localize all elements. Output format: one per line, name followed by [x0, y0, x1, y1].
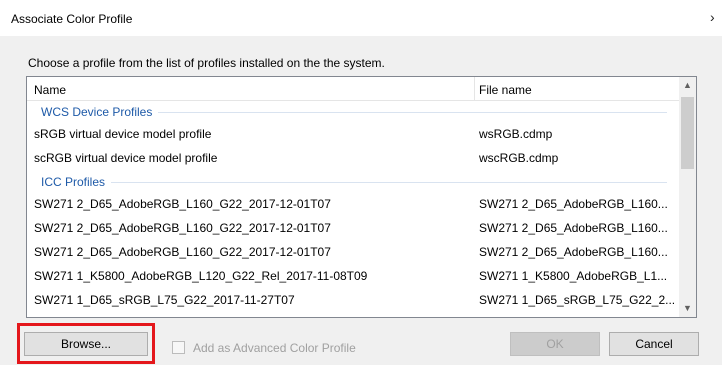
group-header-icc: ICC Profiles — [27, 172, 681, 192]
scroll-up-icon[interactable]: ▲ — [679, 77, 696, 94]
column-header-name[interactable]: Name — [34, 83, 66, 97]
profile-file: SW271 2_D65_AdobeRGB_L160... — [479, 245, 668, 259]
profile-file: SW271 1_K5800_AdobeRGB_L1... — [479, 269, 668, 283]
ok-button[interactable]: OK — [510, 332, 600, 356]
cancel-button[interactable]: Cancel — [609, 332, 699, 356]
list-item[interactable]: SW271 2_D65_AdobeRGB_L160_G22_2017-12-01… — [27, 216, 681, 240]
list-item[interactable]: SW271 1_K5800_AdobeRGB_L120_G22_Rel_2017… — [27, 264, 681, 288]
group-label: ICC Profiles — [41, 175, 112, 189]
list-item[interactable]: SW271 1_D65_sRGB_L75_G22_2017-11-27T07 S… — [27, 288, 681, 312]
profile-file: SW271 2_D65_AdobeRGB_L160... — [479, 221, 668, 235]
profile-name: sRGB virtual device model profile — [34, 127, 212, 141]
list-item[interactable]: scRGB virtual device model profile wscRG… — [27, 146, 681, 170]
profile-file: wsRGB.cdmp — [479, 127, 553, 141]
profile-name: SW271 2_D65_AdobeRGB_L160_G22_2017-12-01… — [34, 221, 331, 235]
checkbox-label: Add as Advanced Color Profile — [193, 341, 356, 355]
profile-name: SW271 1_D65_sRGB_L75_G22_2017-11-27T07 — [34, 293, 295, 307]
list-item[interactable]: SW271 2_D65_AdobeRGB_L160_G22_2017-12-01… — [27, 240, 681, 264]
column-header-file-name[interactable]: File name — [479, 83, 532, 97]
window-title: Associate Color Profile — [11, 12, 133, 26]
scrollbar-thumb[interactable] — [681, 97, 694, 169]
list-item[interactable]: sRGB virtual device model profile wsRGB.… — [27, 122, 681, 146]
profile-file: wscRGB.cdmp — [479, 151, 559, 165]
checkbox-box[interactable] — [172, 341, 185, 354]
browse-button[interactable]: Browse... — [24, 332, 148, 356]
profile-name: SW271 2_D65_AdobeRGB_L160_G22_2017-12-01… — [34, 245, 331, 259]
group-divider — [41, 182, 667, 183]
scroll-down-icon[interactable]: ▼ — [679, 300, 696, 317]
dialog-body: Choose a profile from the list of profil… — [0, 36, 722, 365]
profile-name: SW271 1_K5800_AdobeRGB_L120_G22_Rel_2017… — [34, 269, 368, 283]
profile-file: SW271 2_D65_AdobeRGB_L160... — [479, 197, 668, 211]
profile-list-content: Name File name WCS Device Profiles sRGB … — [27, 77, 681, 317]
title-bar: Associate Color Profile › — [0, 0, 722, 36]
group-label: WCS Device Profiles — [41, 105, 159, 119]
profile-list[interactable]: Name File name WCS Device Profiles sRGB … — [26, 76, 697, 318]
profile-name: scRGB virtual device model profile — [34, 151, 218, 165]
list-item[interactable]: SW271 2_D65_AdobeRGB_L160_G22_2017-12-01… — [27, 192, 681, 216]
profile-file: SW271 1_D65_sRGB_L75_G22_2... — [479, 293, 676, 307]
instruction-text: Choose a profile from the list of profil… — [28, 56, 385, 70]
close-icon[interactable]: › — [710, 9, 715, 25]
group-header-wcs: WCS Device Profiles — [27, 102, 681, 122]
list-header: Name File name — [27, 77, 681, 101]
profile-name: SW271 2_D65_AdobeRGB_L160_G22_2017-12-01… — [34, 197, 331, 211]
vertical-scrollbar[interactable]: ▲ ▼ — [679, 77, 696, 317]
column-divider[interactable] — [474, 77, 475, 101]
